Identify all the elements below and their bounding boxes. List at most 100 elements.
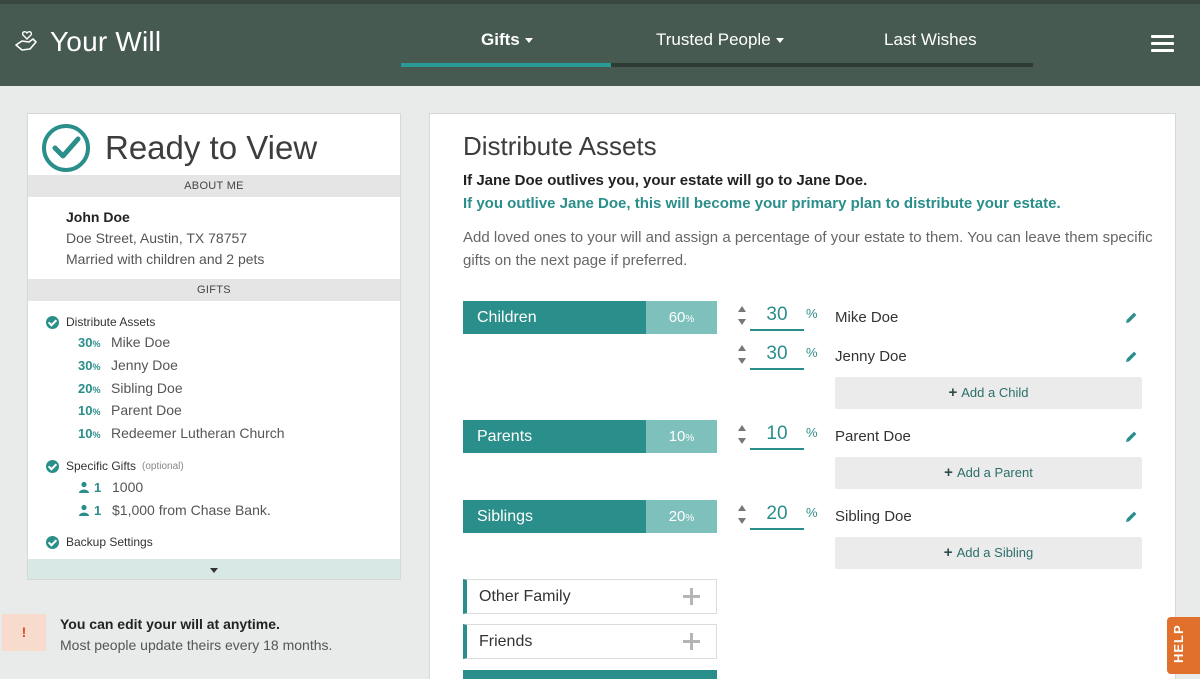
arrow-up-icon[interactable] [738,345,746,351]
percent-stepper[interactable] [738,424,747,448]
group-label: Friends [479,633,533,650]
percent-sign: % [806,425,818,440]
page-title: Distribute Assets [463,131,657,161]
person-icon [79,481,89,493]
pencil-icon[interactable] [1125,311,1138,324]
gift-text: 1000 [112,479,144,495]
hand-heart-logo-icon [15,31,37,51]
specific-gift-row: 1 $1,000 from Chase Bank. [78,502,271,518]
group-siblings[interactable]: Siblings 20% [463,500,717,533]
allocation-pct: 10 [78,426,93,441]
backup-plan-note: If you outlive Jane Doe, this will becom… [463,195,1061,212]
gift-count: 1 [94,479,102,495]
arrow-up-icon[interactable] [738,306,746,312]
group-percent: 60% [646,301,717,334]
tab-trusted-people-label: Trusted People [656,30,771,49]
help-button[interactable]: HELP [1167,617,1200,674]
group-percent: 20% [646,500,717,533]
arrow-down-icon[interactable] [738,438,746,444]
group-pct-value: 60 [668,309,686,326]
percent-sign: % [685,314,695,325]
backup-settings-item[interactable]: Backup Settings [46,535,153,549]
allocation-pct: 30 [78,358,93,373]
allocation-row: 10% Parent Doe [78,402,182,418]
beneficiary-name: Parent Doe [835,428,911,445]
instructions: Add loved ones to your will and assign a… [463,229,1153,269]
allocation-pct: 30 [78,335,93,350]
group-parents[interactable]: Parents 10% [463,420,717,453]
backup-settings-label: Backup Settings [66,535,153,549]
distribute-assets-card: Distribute Assets If Jane Doe outlives y… [429,113,1176,679]
percent-stepper[interactable] [738,305,747,329]
arrow-up-icon[interactable] [738,505,746,511]
group-percent: 10% [646,420,717,453]
group-children[interactable]: Children 60% [463,301,717,334]
tab-last-wishes[interactable]: Last Wishes [884,30,977,54]
group-pct-value: 10 [668,428,686,445]
brand[interactable]: Your Will [12,26,161,58]
group-label: Parents [477,428,533,445]
percent-input[interactable]: 20 [750,503,804,530]
percent-sign: % [806,306,818,321]
plus-icon: + [944,464,953,481]
plus-icon: + [943,544,953,561]
specific-gift-row: 1 1000 [78,479,143,495]
allocation-name: Parent Doe [111,402,182,418]
allocation-name: Sibling Doe [111,380,183,396]
check-circle-icon [42,124,90,172]
caret-down-icon [524,38,533,44]
top-bar: Your Will Gifts Trusted People Last Wish… [0,0,1200,86]
arrow-down-icon[interactable] [738,358,746,364]
allocation-row: 30% Jenny Doe [78,357,178,373]
specific-gifts-label: Specific Gifts [66,459,137,473]
check-icon [46,315,59,329]
add-child-button[interactable]: + Add a Child [835,377,1142,409]
check-icon [46,535,59,549]
gifts-header: GIFTS [28,279,400,301]
add-parent-button[interactable]: + Add a Parent [835,457,1142,489]
plus-icon[interactable] [683,633,700,650]
check-icon [46,459,59,473]
beneficiary-name: Mike Doe [835,309,899,326]
distribute-assets-item[interactable]: Distribute Assets [46,315,155,329]
beneficiary-name: Jenny Doe [835,348,907,365]
arrow-down-icon[interactable] [738,319,746,325]
gift-count: 1 [94,502,102,518]
arrow-down-icon[interactable] [738,518,746,524]
distribute-assets-label: Distribute Assets [66,315,156,329]
percent-sign: % [92,339,101,349]
percent-sign: % [806,345,818,360]
hamburger-menu-icon[interactable] [1151,35,1174,53]
plus-icon: + [948,384,958,401]
tab-last-wishes-label: Last Wishes [884,30,977,49]
percent-input[interactable]: 30 [750,343,804,370]
person-name: John Doe [66,209,130,225]
allocation-name: Redeemer Lutheran Church [111,425,285,441]
group-label: Children [477,309,537,326]
person-family: Married with children and 2 pets [66,251,265,267]
chevron-down-icon [210,568,218,573]
percent-sign: % [685,433,695,444]
pencil-icon[interactable] [1125,350,1138,363]
tab-trusted-people[interactable]: Trusted People [656,30,784,54]
percent-input[interactable]: 10 [750,423,804,450]
group-friends[interactable]: Friends [463,624,717,659]
expand-summary-button[interactable] [28,559,400,579]
group-other-family[interactable]: Other Family [463,579,717,614]
tab-gifts[interactable]: Gifts [481,30,533,54]
specific-gifts-item[interactable]: Specific Gifts (optional) [46,459,184,473]
plus-icon[interactable] [683,588,700,605]
percent-stepper[interactable] [738,344,747,368]
tab-gifts-label: Gifts [481,30,520,49]
add-sibling-label: Add a Sibling [956,545,1034,560]
arrow-up-icon[interactable] [738,425,746,431]
pencil-icon[interactable] [1125,510,1138,523]
beneficiary-name: Sibling Doe [835,508,912,525]
pencil-icon[interactable] [1125,430,1138,443]
summary-card: Ready to View ABOUT ME John Doe Doe Stre… [27,113,401,580]
percent-input[interactable]: 30 [750,304,804,331]
person-address: Doe Street, Austin, TX 78757 [66,230,248,246]
add-sibling-button[interactable]: + Add a Sibling [835,537,1142,569]
percent-stepper[interactable] [738,504,747,528]
percent-sign: % [806,505,818,520]
